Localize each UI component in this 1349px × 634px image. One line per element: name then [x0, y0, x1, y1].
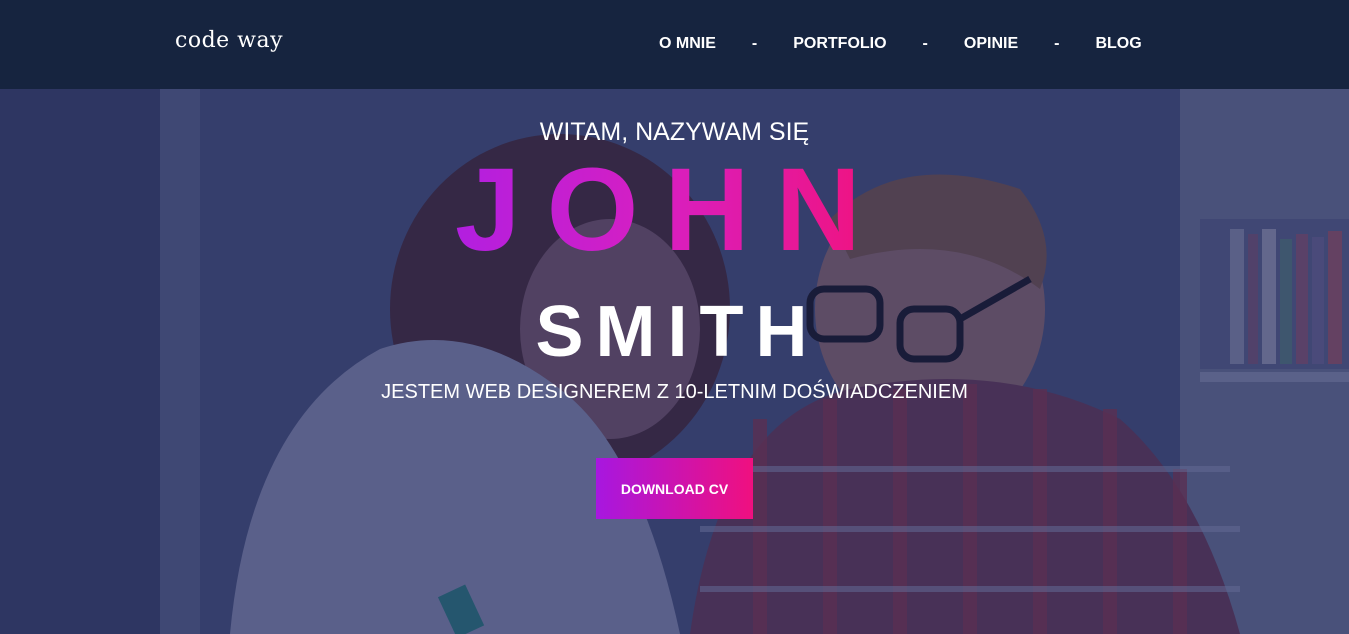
nav-item-o-mnie[interactable]: O MNIE: [659, 35, 716, 53]
nav-item-blog[interactable]: BLOG: [1095, 35, 1141, 53]
nav-separator: -: [922, 35, 928, 52]
nav-item-opinie[interactable]: OPINIE: [964, 35, 1018, 53]
hero-tagline: JESTEM WEB DESIGNEREM Z 10-LETNIM DOŚWIA…: [381, 381, 968, 403]
hero-last-name: SMITH: [535, 292, 820, 372]
main-nav: O MNIE - PORTFOLIO - OPINIE - BLOG: [659, 35, 1142, 53]
nav-separator: -: [1054, 35, 1060, 52]
site-header: code way O MNIE - PORTFOLIO - OPINIE - B…: [0, 0, 1349, 89]
hero-greeting: WITAM, NAZYWAM SIĘ: [539, 118, 810, 146]
site-logo[interactable]: code way: [175, 28, 283, 53]
nav-separator: -: [751, 35, 758, 52]
download-cv-button[interactable]: DOWNLOAD CV: [596, 458, 753, 519]
hero-first-name: JOHN: [455, 144, 887, 276]
nav-item-portfolio[interactable]: PORTFOLIO: [793, 35, 886, 53]
